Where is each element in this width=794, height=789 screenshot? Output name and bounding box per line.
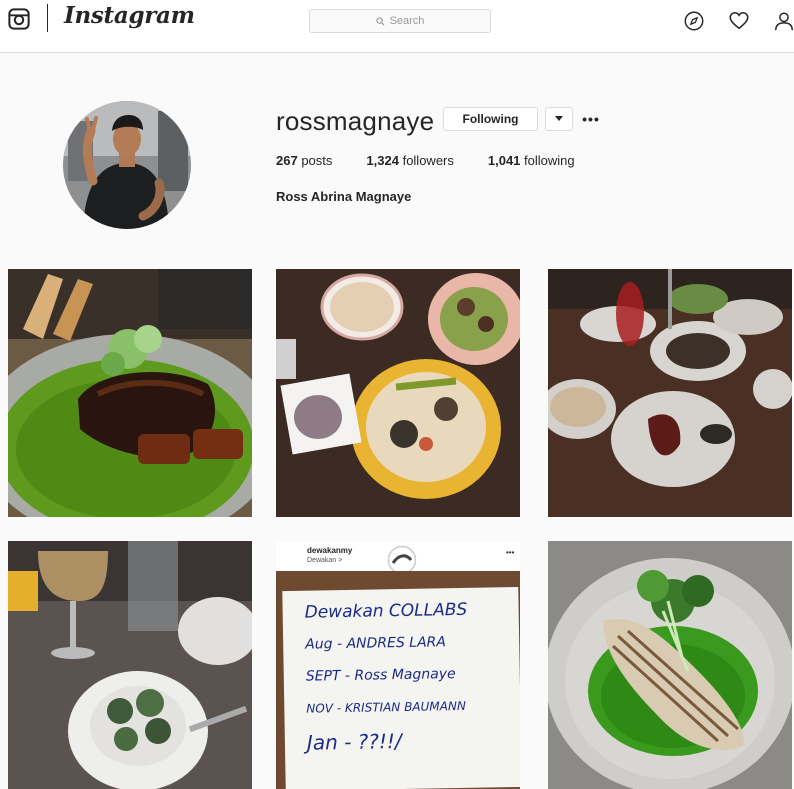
followers-label: followers (402, 153, 454, 168)
instagram-camera-icon[interactable] (8, 8, 30, 30)
post-image (8, 269, 252, 517)
followers-stat[interactable]: 1,324 followers (366, 153, 453, 168)
post-tile-dinner-table[interactable] (548, 269, 792, 517)
instagram-logo[interactable]: Instagram (64, 2, 195, 29)
compass-icon[interactable] (683, 10, 705, 32)
following-label: following (524, 153, 575, 168)
following-stat[interactable]: 1,041 following (488, 153, 575, 168)
profile-username: rossmagnaye (276, 106, 435, 136)
following-button[interactable]: Following (443, 107, 538, 131)
embedded-post-header: dewakanmy Dewakan > ••• (276, 541, 520, 575)
search-icon (375, 16, 385, 25)
embedded-sublabel: Dewakan > (307, 557, 343, 564)
person-icon[interactable] (773, 10, 794, 32)
search-input[interactable]: Search (309, 9, 491, 33)
nav-divider (47, 4, 48, 32)
posts-count: 267 (276, 153, 298, 168)
note-line-3: SEPT - Ross Magnaye (305, 666, 456, 685)
suggestions-dropdown-button[interactable] (545, 107, 573, 131)
following-count: 1,041 (487, 153, 521, 168)
post-tile-fish-herbs[interactable] (548, 541, 792, 789)
embedded-username: dewakanmy (307, 546, 353, 555)
posts-label: posts (301, 153, 333, 168)
post-image (276, 269, 520, 517)
note-line-5: Jan - ??!!/ (306, 729, 402, 755)
note-line-4: NOV - KRISTIAN BAUMANN (306, 698, 466, 716)
profile-avatar[interactable] (63, 101, 191, 229)
note-line-1: Dewakan COLLABS (304, 599, 468, 623)
more-options-button[interactable]: ••• (582, 107, 599, 131)
post-tile-dumpling-bowl[interactable] (8, 541, 252, 789)
followers-count: 1,324 (366, 153, 399, 168)
profile-full-name: Ross Abrina Magnaye (276, 189, 412, 204)
post-tile-collab-sign[interactable]: dewakanmy Dewakan > ••• Dewakan COLLABS … (276, 541, 520, 789)
profile-stats: 267 posts 1,324 followers 1,041 followin… (276, 153, 609, 168)
search-placeholder: Search (389, 15, 425, 27)
post-image (548, 541, 792, 789)
embedded-more-icon: ••• (506, 548, 515, 557)
post-image (548, 269, 792, 517)
collab-note: Dewakan COLLABS Aug - ANDRES LARA SEPT -… (282, 586, 520, 789)
post-image (8, 541, 252, 789)
top-navigation: Instagram Search (0, 0, 794, 53)
collab-note-photo: Dewakan COLLABS Aug - ANDRES LARA SEPT -… (276, 571, 520, 789)
post-tile-short-rib[interactable] (8, 269, 252, 517)
note-line-2: Aug - ANDRES LARA (305, 634, 447, 653)
heart-icon[interactable] (728, 10, 750, 32)
post-tile-hummus-spread[interactable] (276, 269, 520, 517)
caret-down-icon (555, 116, 563, 121)
posts-stat: 267 posts (276, 153, 332, 168)
